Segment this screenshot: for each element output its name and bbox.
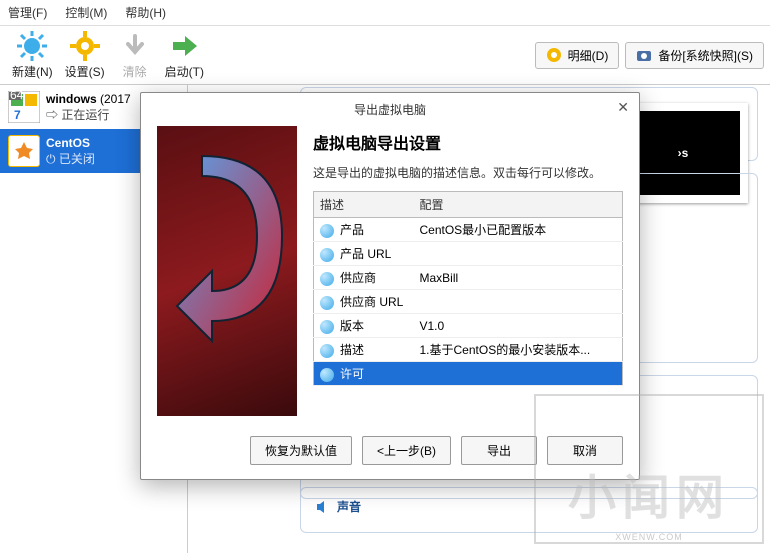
- detail-label: 明细(D): [568, 47, 609, 64]
- backup-button[interactable]: 备份[系统快照](S): [625, 42, 764, 69]
- row-val: MaxBill: [414, 266, 623, 290]
- dialog-image: [157, 126, 297, 416]
- export-button[interactable]: 导出: [461, 436, 537, 465]
- table-row[interactable]: 产品CentOS最小已配置版本: [314, 218, 623, 242]
- row-key: 产品: [314, 218, 414, 242]
- row-key: 供应商: [314, 266, 414, 290]
- clear-label: 清除: [123, 63, 147, 80]
- detail-button[interactable]: 明细(D): [535, 42, 620, 69]
- centos-icon: [8, 135, 40, 167]
- play-arrow-icon: [168, 30, 200, 62]
- windows-icon: 7 64: [8, 91, 40, 123]
- sound-label: 声音: [337, 498, 361, 515]
- running-icon: ⇨: [46, 108, 58, 122]
- detail-icon: [546, 47, 562, 63]
- table-row[interactable]: 供应商MaxBill: [314, 266, 623, 290]
- row-key: 供应商 URL: [314, 290, 414, 314]
- vm-name: CentOS: [46, 136, 95, 150]
- start-label: 启动(T): [165, 63, 204, 80]
- cancel-button[interactable]: 取消: [547, 436, 623, 465]
- row-val: CentOS最小已配置版本: [414, 218, 623, 242]
- camera-icon: [636, 48, 652, 62]
- col-config: 配置: [414, 192, 623, 218]
- table-row[interactable]: 版本V1.0: [314, 314, 623, 338]
- row-val: [414, 290, 623, 314]
- menu-control[interactable]: 控制(M): [65, 4, 107, 21]
- sound-icon: [315, 500, 331, 514]
- dialog-heading: 虚拟电脑导出设置: [313, 130, 623, 154]
- table-row[interactable]: 供应商 URL: [314, 290, 623, 314]
- dialog-title-bar: 导出虚拟电脑 ✕: [141, 93, 639, 126]
- row-val: [414, 242, 623, 266]
- menu-manage[interactable]: 管理(F): [8, 4, 47, 21]
- close-icon[interactable]: ✕: [617, 99, 629, 116]
- sun-icon: [16, 30, 48, 62]
- export-dialog: 导出虚拟电脑 ✕ 虚拟电脑导出设置 这是导出的虚拟电脑的描述信息。双击每行可以修…: [140, 92, 640, 480]
- prev-button[interactable]: <上一步(B): [362, 436, 451, 465]
- row-val: [414, 362, 623, 386]
- settings-label: 设置(S): [65, 63, 105, 80]
- table-row[interactable]: 产品 URL: [314, 242, 623, 266]
- vm-status: 正在运行: [61, 108, 109, 122]
- down-arrow-icon: [119, 30, 151, 62]
- power-icon: ⏻: [46, 152, 56, 166]
- thumb-text: ›s: [678, 146, 689, 160]
- panel-sound: 声音: [300, 487, 758, 533]
- menu-help[interactable]: 帮助(H): [125, 4, 166, 21]
- row-val: 1.基于CentOS的最小安装版本...: [414, 338, 623, 362]
- reset-button[interactable]: 恢复为默认值: [250, 436, 352, 465]
- table-row[interactable]: 描述1.基于CentOS的最小安装版本...: [314, 338, 623, 362]
- row-key: 版本: [314, 314, 414, 338]
- row-key: 许可: [314, 362, 414, 386]
- toolbar: 新建(N) 设置(S) 清除 启动(T) 明细(D) 备份[系统快照](S): [0, 26, 770, 85]
- svg-text:7: 7: [14, 108, 21, 122]
- start-button[interactable]: 启动(T): [159, 28, 210, 82]
- svg-text:64: 64: [10, 91, 24, 102]
- vm-status: 已关闭: [59, 152, 95, 166]
- table-row[interactable]: 许可: [314, 362, 623, 386]
- row-val: V1.0: [414, 314, 623, 338]
- menubar: 管理(F) 控制(M) 帮助(H): [0, 0, 770, 26]
- dialog-desc: 这是导出的虚拟电脑的描述信息。双击每行可以修改。: [313, 164, 623, 181]
- config-table[interactable]: 描述 配置 产品CentOS最小已配置版本产品 URL供应商MaxBill供应商…: [313, 191, 623, 386]
- row-key: 描述: [314, 338, 414, 362]
- dialog-title: 导出虚拟电脑: [354, 103, 426, 117]
- row-key: 产品 URL: [314, 242, 414, 266]
- vm-name: windows: [46, 92, 97, 106]
- clear-button: 清除: [111, 28, 159, 82]
- new-label: 新建(N): [12, 63, 53, 80]
- settings-button[interactable]: 设置(S): [59, 28, 111, 82]
- vm-date: (2017: [100, 92, 131, 106]
- new-button[interactable]: 新建(N): [6, 28, 59, 82]
- gear-icon: [69, 30, 101, 62]
- backup-label: 备份[系统快照](S): [658, 47, 753, 64]
- col-desc: 描述: [314, 192, 414, 218]
